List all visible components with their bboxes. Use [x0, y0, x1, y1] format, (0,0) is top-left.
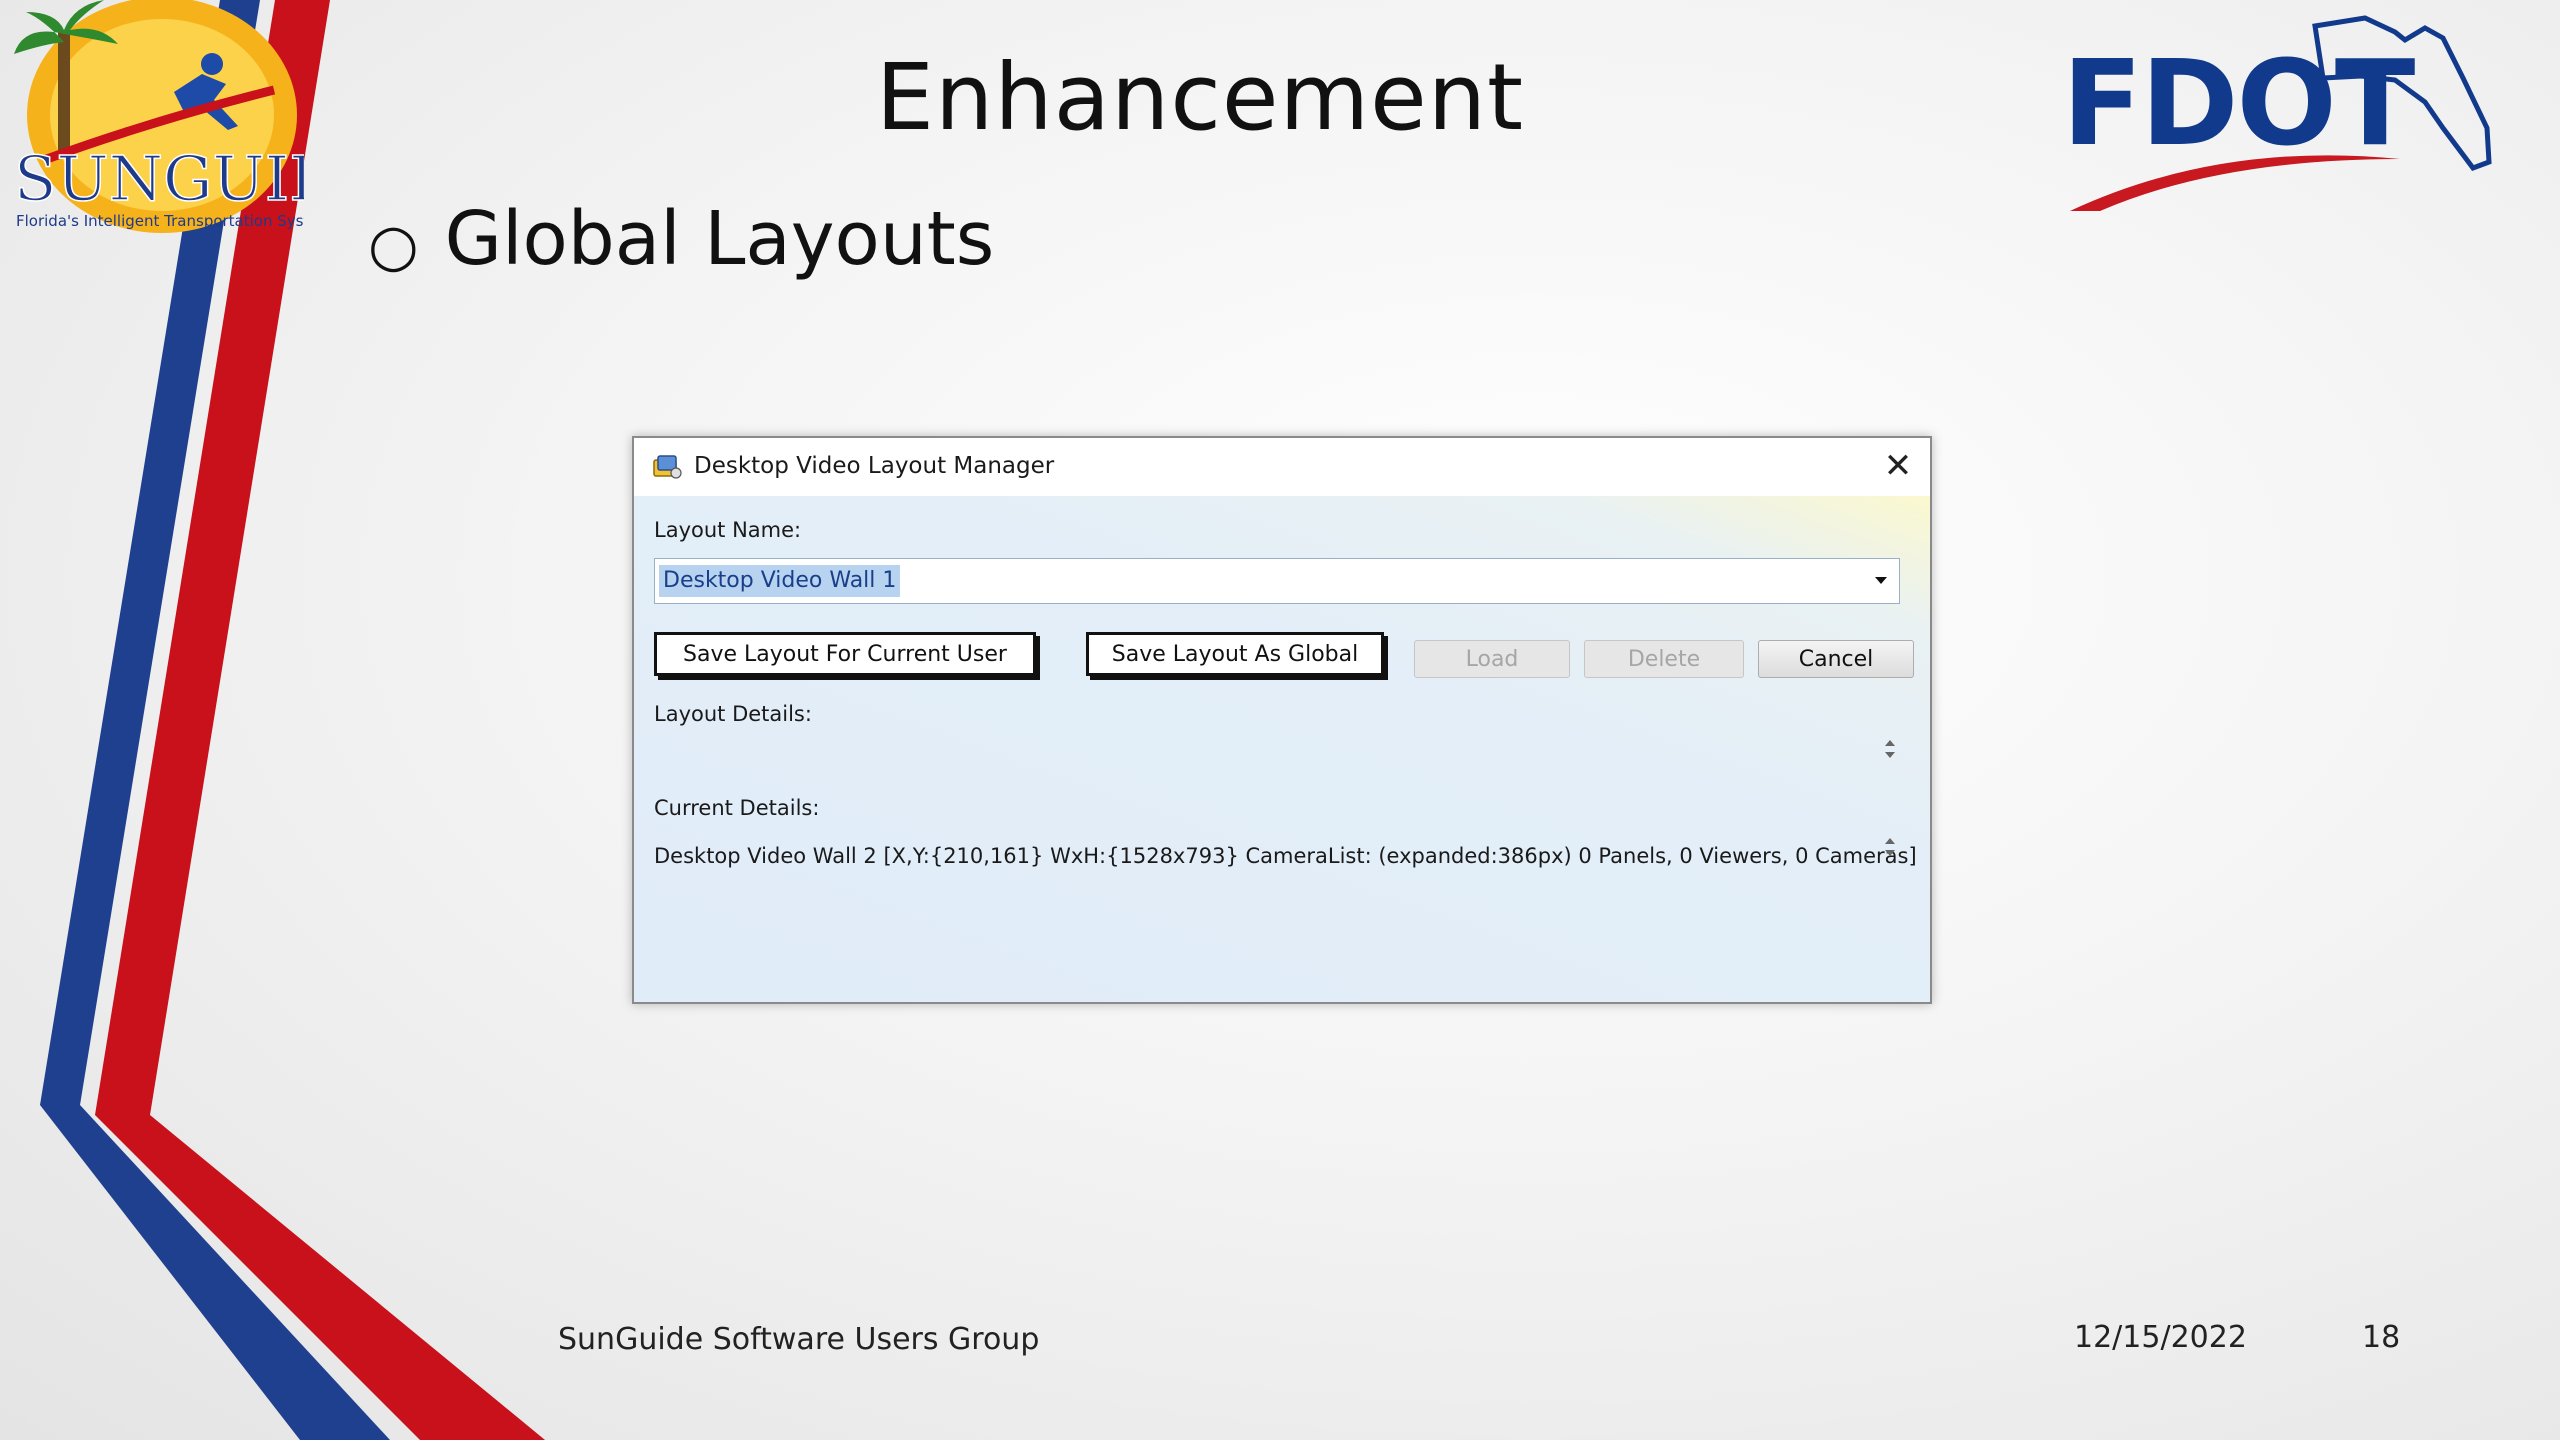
current-details-label: Current Details:	[654, 796, 820, 820]
close-icon[interactable]: ✕	[1876, 444, 1920, 488]
layout-manager-dialog: Desktop Video Layout Manager ✕ Layout Na…	[632, 436, 1932, 1004]
sunguide-tagline: Florida's Intelligent Transportation Sys…	[16, 212, 304, 230]
load-button[interactable]: Load	[1414, 640, 1570, 678]
delete-button[interactable]: Delete	[1584, 640, 1744, 678]
footer-date: 12/15/2022	[2074, 1320, 2247, 1355]
scroll-down-icon[interactable]	[1885, 752, 1895, 758]
bullet-text: Global Layouts	[444, 196, 995, 282]
dialog-body: Layout Name: Desktop Video Wall 1 Save L…	[634, 496, 1930, 1002]
layout-details-scroll-arrows[interactable]	[1882, 734, 1898, 764]
bullet-item: ○ Global Layouts	[368, 196, 994, 282]
save-layout-current-user-button[interactable]: Save Layout For Current User	[654, 632, 1036, 676]
current-details-value: Desktop Video Wall 2 [X,Y:{210,161} WxH:…	[654, 844, 1917, 868]
layout-details-label: Layout Details:	[654, 702, 812, 726]
scroll-up-icon[interactable]	[1885, 740, 1895, 746]
chevron-down-icon[interactable]	[1875, 577, 1887, 584]
layout-name-value[interactable]: Desktop Video Wall 1	[659, 565, 901, 597]
layout-name-label: Layout Name:	[654, 518, 802, 542]
footer-page-number: 18	[2362, 1320, 2401, 1355]
dialog-titlebar[interactable]: Desktop Video Layout Manager ✕	[634, 438, 1930, 496]
dialog-title: Desktop Video Layout Manager	[694, 453, 1055, 479]
layout-name-combobox[interactable]: Desktop Video Wall 1	[654, 558, 1900, 604]
bullet-circle-icon: ○	[368, 211, 419, 279]
slide-title: Enhancement	[875, 44, 1525, 151]
save-layout-global-button[interactable]: Save Layout As Global	[1086, 632, 1384, 676]
app-icon	[653, 455, 682, 479]
scroll-down-icon[interactable]	[1885, 850, 1895, 856]
scroll-up-icon[interactable]	[1885, 838, 1895, 844]
sunguide-wordmark: SUNGUIDE	[14, 142, 304, 215]
cancel-button[interactable]: Cancel	[1758, 640, 1914, 678]
current-details-scroll-arrows[interactable]	[1882, 832, 1898, 862]
footer-group-name: SunGuide Software Users Group	[558, 1322, 1040, 1357]
